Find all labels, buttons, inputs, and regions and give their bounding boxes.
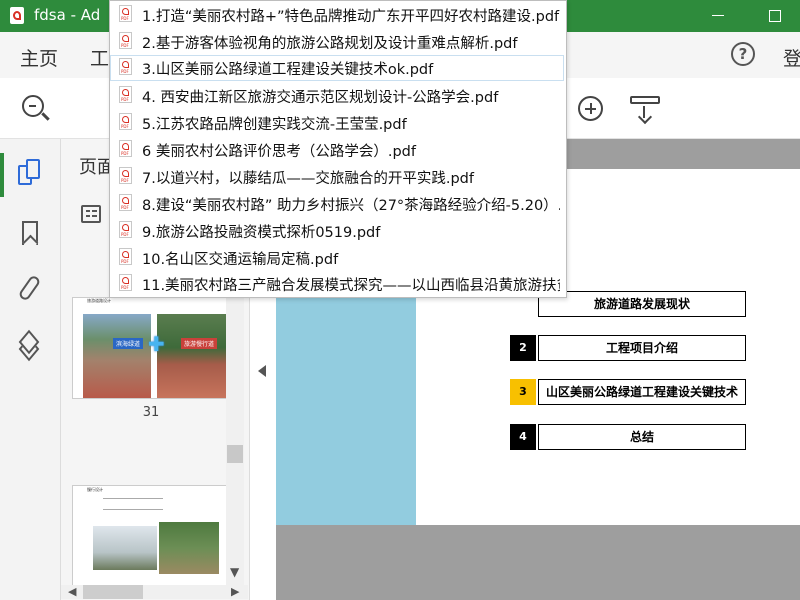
file-list-item[interactable]: 7.以道兴村，以藤结瓜——交旅融合的开平实践.pdf: [110, 164, 564, 190]
thumbnail-photo: [83, 314, 151, 398]
file-list-item[interactable]: 5.江苏农路品牌创建实践交流-王莹莹.pdf: [110, 110, 564, 136]
menu-home[interactable]: 主页: [20, 44, 58, 71]
pdf-file-icon: [119, 113, 132, 130]
window-title: fdsa - Ad: [34, 6, 101, 24]
thumbnail-photo: [159, 522, 219, 574]
pdf-file-icon: [119, 274, 132, 291]
pdf-file-icon: [119, 167, 132, 184]
thumbnail-header: 旅游道路设计: [87, 298, 111, 303]
page-down-icon[interactable]: [630, 96, 660, 125]
zoom-out-icon[interactable]: [22, 95, 44, 117]
file-list-item-hovered[interactable]: 3.山区美丽公路绿道工程建设关键技术ok.pdf: [110, 55, 564, 81]
layers-icon[interactable]: [18, 329, 42, 362]
file-list-item[interactable]: 1.打造“美丽农村路+”特色品牌推动广东开平四好农村路建设.pdf: [110, 2, 564, 28]
thumbnail-photo: [93, 526, 157, 570]
file-name: 11.美丽农村路三产融合发展模式探究——以山西临县沿黄旅游扶贫公路为例.pdf: [142, 278, 560, 294]
file-list-item[interactable]: 6 美丽农村公路评价思考（公路学会）.pdf: [110, 137, 564, 163]
pdf-file-icon: [119, 194, 132, 211]
thumbnail-label: 滨海绿道: [113, 338, 144, 349]
left-nav-rail: [0, 139, 61, 600]
bookmark-icon[interactable]: [18, 219, 42, 247]
file-name: 10.名山区交通运输局定稿.pdf: [142, 252, 339, 268]
file-name: 4. 西安曲江新区旅游交通示范区规划设计-公路学会.pdf: [142, 90, 499, 106]
menu-login[interactable]: 登: [783, 44, 800, 71]
thumbnail-text: [103, 498, 163, 510]
menu-tools[interactable]: 工: [90, 44, 109, 71]
agenda-number: 4: [510, 424, 536, 450]
file-list-item[interactable]: 2.基于游客体验视角的旅游公路规划及设计重难点解析.pdf: [110, 29, 564, 55]
thumbnail-label: 旅游慢行道: [181, 338, 218, 349]
file-list-item[interactable]: 9.旅游公路投融资模式探析0519.pdf: [110, 218, 564, 244]
pdf-file-icon: [119, 140, 132, 157]
file-name: 9.旅游公路投融资模式探析0519.pdf: [142, 225, 381, 241]
pdf-file-icon: [119, 86, 132, 103]
collapse-panel-icon[interactable]: [258, 365, 266, 377]
page-thumbnails-icon[interactable]: [18, 159, 42, 187]
vertical-scrollbar[interactable]: [226, 279, 244, 585]
agenda-label: 山区美丽公路绿道工程建设关键技术: [538, 379, 746, 405]
pdf-file-icon: [119, 248, 132, 265]
pdf-file-icon: [119, 32, 132, 49]
scroll-left-icon[interactable]: ◀: [68, 585, 76, 598]
scroll-right-icon[interactable]: ▶: [231, 585, 239, 598]
thumbnail-photo: [157, 314, 230, 398]
help-icon[interactable]: ?: [731, 42, 755, 66]
thumbnail-header: 慢行设计: [87, 487, 103, 492]
file-list-item[interactable]: 8.建设“美丽农村路” 助力乡村振兴（27°茶海路经验介绍-5.20）.pdf: [110, 191, 564, 217]
zoom-in-icon[interactable]: [578, 96, 603, 121]
pdf-file-icon: [119, 5, 132, 22]
file-name: 5.江苏农路品牌创建实践交流-王莹莹.pdf: [142, 117, 407, 133]
file-name: 6 美丽农村公路评价思考（公路学会）.pdf: [142, 144, 416, 160]
file-name: 7.以道兴村，以藤结瓜——交旅融合的开平实践.pdf: [142, 171, 474, 187]
pdf-file-icon: [119, 58, 132, 75]
page-thumbnail[interactable]: 旅游道路设计 滨海绿道 旅游慢行道 ✚: [72, 297, 231, 399]
file-name: 1.打造“美丽农村路+”特色品牌推动广东开平四好农村路建设.pdf: [142, 9, 560, 25]
recent-files-dropdown: 1.打造“美丽农村路+”特色品牌推动广东开平四好农村路建设.pdf 2.基于游客…: [109, 0, 567, 298]
agenda-number: 2: [510, 335, 536, 361]
file-name: 3.山区美丽公路绿道工程建设关键技术ok.pdf: [142, 62, 434, 78]
scrollbar-thumb[interactable]: [227, 445, 243, 463]
agenda-label: 工程项目介绍: [538, 335, 746, 361]
maximize-icon[interactable]: [769, 10, 781, 22]
active-indicator: [0, 153, 4, 197]
agenda-number: 3: [510, 379, 536, 405]
agenda-label: 总结: [538, 424, 746, 450]
minimize-icon[interactable]: [712, 15, 724, 16]
plus-icon: ✚: [148, 332, 165, 356]
file-list-item[interactable]: 10.名山区交通运输局定稿.pdf: [110, 245, 564, 271]
file-list-item[interactable]: 4. 西安曲江新区旅游交通示范区规划设计-公路学会.pdf: [110, 83, 564, 109]
file-name: 2.基于游客体验视角的旅游公路规划及设计重难点解析.pdf: [142, 36, 518, 52]
file-list-item[interactable]: 11.美丽农村路三产融合发展模式探究——以山西临县沿黄旅游扶贫公路为例.pdf: [110, 271, 564, 297]
scroll-down-icon[interactable]: ▼: [230, 565, 239, 579]
page-number: 31: [142, 405, 160, 420]
pdf-file-icon: [119, 221, 132, 238]
file-name: 8.建设“美丽农村路” 助力乡村振兴（27°茶海路经验介绍-5.20）.pdf: [142, 198, 560, 214]
agenda-label: 旅游道路发展现状: [538, 291, 746, 317]
scrollbar-thumb[interactable]: [83, 585, 143, 599]
attachment-icon[interactable]: [17, 274, 42, 303]
thumbnail-options-icon[interactable]: [81, 205, 101, 223]
page-thumbnail[interactable]: 慢行设计: [72, 485, 231, 587]
acrobat-app-icon: [10, 7, 24, 24]
